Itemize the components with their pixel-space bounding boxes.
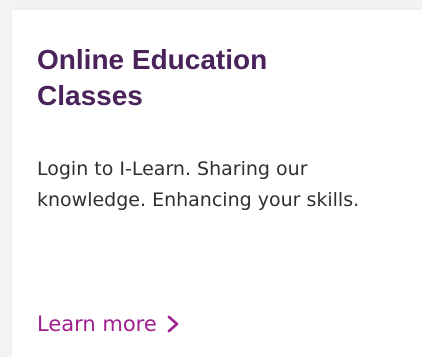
learn-more-label: Learn more xyxy=(37,312,157,336)
learn-more-link[interactable]: Learn more xyxy=(37,310,181,338)
chevron-right-icon xyxy=(165,314,181,334)
card-title: Online Education Classes xyxy=(37,44,268,111)
card-description: Login to I-Learn. Sharing our knowledge.… xyxy=(37,158,360,211)
education-card: Online Education Classes Login to I-Lear… xyxy=(12,10,422,357)
